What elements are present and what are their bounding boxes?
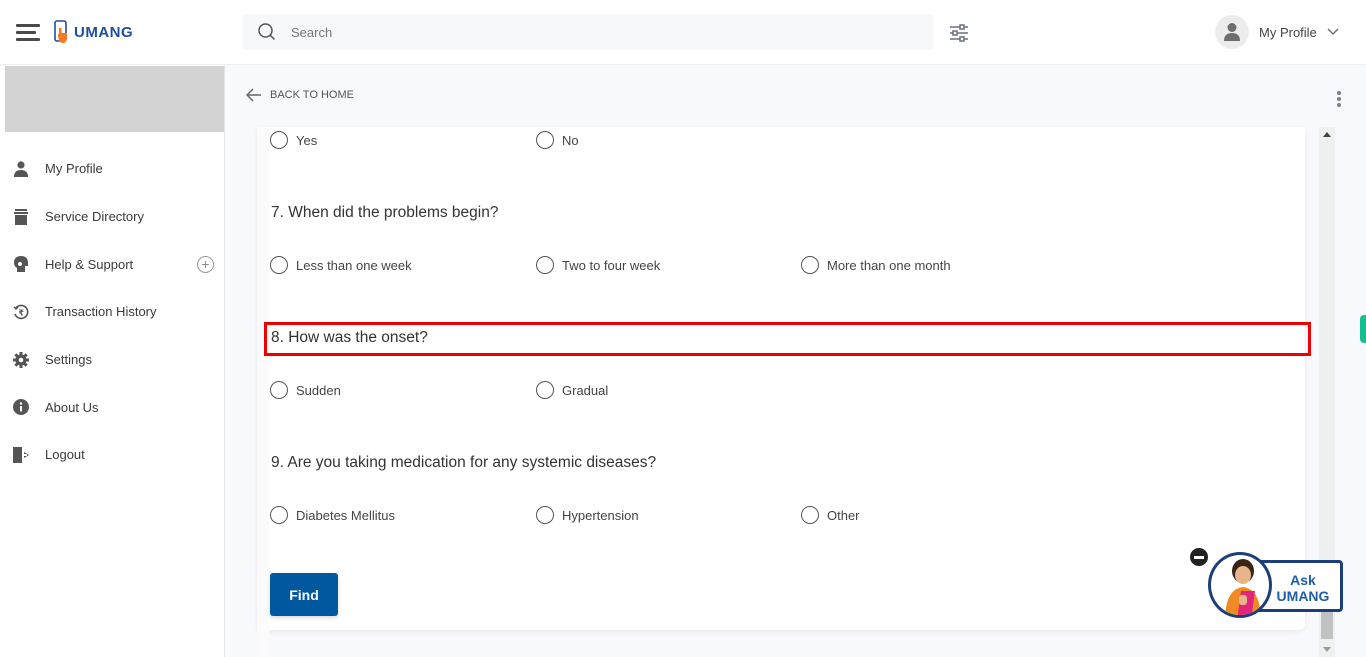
ask-umang-label: Ask UMANG xyxy=(1268,572,1338,604)
back-to-home-label: BACK TO HOME xyxy=(270,89,354,101)
radio-option-diabetes-mellitus[interactable]: Diabetes Mellitus xyxy=(270,506,395,524)
umang-logo-icon xyxy=(54,20,67,43)
radio-button[interactable] xyxy=(270,381,288,399)
search-icon xyxy=(258,23,276,41)
radio-label: More than one month xyxy=(827,257,951,273)
radio-label: Less than one week xyxy=(296,257,412,273)
radio-option-less-than-one-week[interactable]: Less than one week xyxy=(270,256,412,274)
sidebar-item-label: About Us xyxy=(45,399,99,415)
chevron-down-icon xyxy=(1327,28,1339,35)
radio-button[interactable] xyxy=(536,506,554,524)
radio-label: Sudden xyxy=(296,382,341,398)
sidebar-item-about-us[interactable]: About Us xyxy=(0,383,225,431)
sidebar-item-my-profile[interactable]: My Profile xyxy=(0,145,225,193)
radio-label: Diabetes Mellitus xyxy=(296,507,395,523)
minimize-assistant-icon[interactable] xyxy=(1190,548,1208,566)
radio-label: Other xyxy=(827,507,860,523)
logout-icon xyxy=(12,446,30,464)
radio-button[interactable] xyxy=(801,506,819,524)
radio-option-other[interactable]: Other xyxy=(801,506,860,524)
radio-label: Two to four week xyxy=(562,257,661,273)
sidebar-item-transaction-history[interactable]: ₹ Transaction History xyxy=(0,288,225,336)
sidebar-item-help-support[interactable]: Help & Support + xyxy=(0,240,225,288)
arrow-left-icon xyxy=(246,88,261,102)
help-icon xyxy=(12,255,30,273)
sidebar-banner xyxy=(5,66,224,132)
radio-option-gradual[interactable]: Gradual xyxy=(536,381,608,399)
radio-button[interactable] xyxy=(801,256,819,274)
radio-button[interactable] xyxy=(270,256,288,274)
scroll-up-arrow-icon[interactable] xyxy=(1323,132,1331,137)
question-7: 7. When did the problems begin? xyxy=(271,204,499,221)
search-bar[interactable] xyxy=(242,14,934,50)
ask-umang-widget[interactable]: Ask UMANG xyxy=(1190,540,1346,622)
filter-sliders-icon[interactable] xyxy=(948,22,970,44)
radio-option-more-than-one-month[interactable]: More than one month xyxy=(801,256,951,274)
question-9: 9. Are you taking medication for any sys… xyxy=(271,454,657,471)
radio-button[interactable] xyxy=(270,131,288,149)
radio-label: No xyxy=(562,132,579,148)
sidebar-item-settings[interactable]: Settings xyxy=(0,336,225,384)
radio-label: Gradual xyxy=(562,382,609,398)
svg-text:₹: ₹ xyxy=(19,308,25,317)
sidebar-item-label: My Profile xyxy=(45,161,103,177)
radio-option-yes[interactable]: Yes xyxy=(270,131,317,149)
radio-option-hypertension[interactable]: Hypertension xyxy=(536,506,639,524)
scroll-down-arrow-icon[interactable] xyxy=(1323,647,1331,652)
radio-option-sudden[interactable]: Sudden xyxy=(270,381,341,399)
radio-button[interactable] xyxy=(536,131,554,149)
radio-button[interactable] xyxy=(536,256,554,274)
app-name: UMANG xyxy=(74,23,134,41)
sidebar-item-service-directory[interactable]: Service Directory xyxy=(0,193,225,241)
ask-umang-line1: Ask xyxy=(1290,572,1316,588)
assistant-avatar xyxy=(1208,552,1272,618)
user-icon xyxy=(12,160,30,178)
avatar xyxy=(1215,15,1249,49)
question-8: 8. How was the onset? xyxy=(271,329,428,346)
profile-menu[interactable]: My Profile xyxy=(1215,15,1339,49)
sidebar-item-label: Settings xyxy=(45,352,92,368)
radio-option-two-to-four-week[interactable]: Two to four week xyxy=(536,256,660,274)
gear-icon xyxy=(12,351,30,369)
sidebar-item-logout[interactable]: Logout xyxy=(0,431,225,479)
search-input[interactable] xyxy=(291,24,891,40)
radio-option-no[interactable]: No xyxy=(536,131,579,149)
radio-button[interactable] xyxy=(536,381,554,399)
user-icon xyxy=(1224,23,1240,41)
top-header: UMANG My Profile xyxy=(0,0,1366,65)
radio-label: Hypertension xyxy=(562,507,639,523)
ask-umang-line2: UMANG xyxy=(1276,588,1330,604)
sidebar-item-label: Logout xyxy=(45,447,85,463)
radio-label: Yes xyxy=(296,132,318,148)
radio-button[interactable] xyxy=(270,506,288,524)
sidebar-item-label: Help & Support xyxy=(45,256,134,272)
profile-label: My Profile xyxy=(1259,24,1317,40)
menu-icon[interactable] xyxy=(16,24,40,42)
back-to-home-link[interactable]: BACK TO HOME xyxy=(246,88,354,102)
directory-icon xyxy=(12,208,30,226)
rupee-history-icon: ₹ xyxy=(12,303,30,321)
side-feedback-tab[interactable] xyxy=(1360,315,1366,343)
card-left-edge xyxy=(257,127,269,657)
more-options-icon[interactable] xyxy=(1335,91,1343,109)
sidebar-item-label: Transaction History xyxy=(45,304,157,320)
find-button[interactable]: Find xyxy=(270,573,338,616)
questionnaire-card xyxy=(257,127,1305,630)
sidebar-menu: My Profile Service Directory Help & Supp… xyxy=(0,145,225,479)
sidebar-item-label: Service Directory xyxy=(45,209,144,225)
sidebar: My Profile Service Directory Help & Supp… xyxy=(0,65,225,657)
info-icon xyxy=(12,398,30,416)
expand-plus-icon[interactable]: + xyxy=(197,255,214,273)
umang-logo[interactable]: UMANG xyxy=(54,20,133,44)
